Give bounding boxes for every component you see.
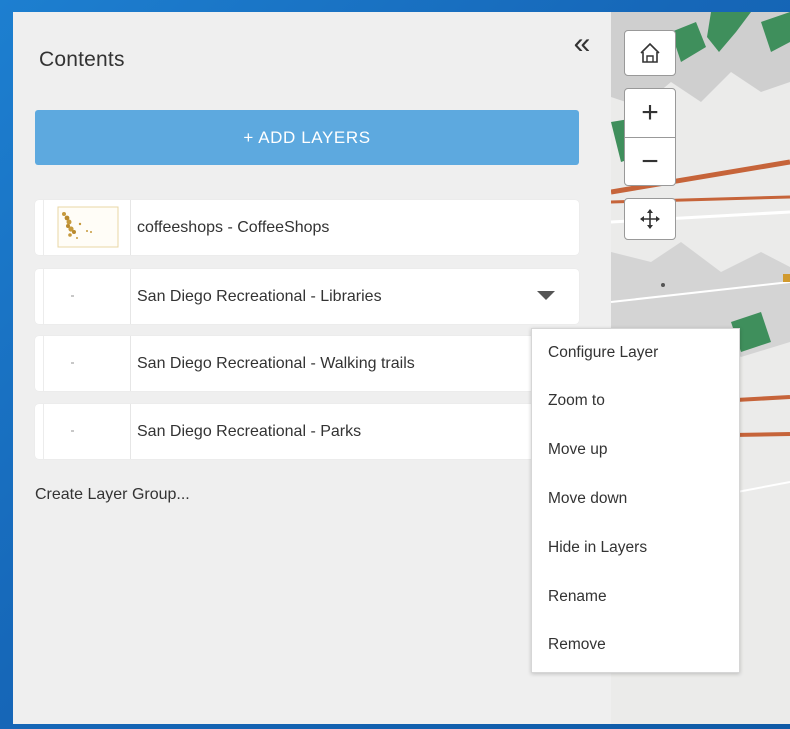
zoom-out-button[interactable]: − <box>625 137 675 185</box>
menu-item-configure-layer[interactable]: Configure Layer <box>532 331 739 375</box>
layer-thumbnail <box>43 336 131 391</box>
menu-item-move-up[interactable]: Move up <box>532 428 739 472</box>
pan-button[interactable] <box>624 198 676 240</box>
layer-thumbnail <box>43 404 131 459</box>
app-window: Contents « + ADD LAYERS coffeeshops - Co… <box>13 12 790 724</box>
layer-thumbnail <box>43 269 131 324</box>
create-layer-group-link[interactable]: Create Layer Group... <box>35 486 190 504</box>
layer-row-coffeeshops[interactable]: coffeeshops - CoffeeShops <box>35 200 579 255</box>
layer-label: San Diego Recreational - Libraries <box>137 288 382 305</box>
collapse-panel-icon[interactable]: « <box>567 29 597 60</box>
layer-thumbnail <box>43 200 131 255</box>
layer-label: San Diego Recreational - Walking trails <box>137 355 415 372</box>
zoom-controls: + − <box>624 88 676 186</box>
home-button[interactable] <box>624 30 676 76</box>
add-layers-button[interactable]: + ADD LAYERS <box>35 110 579 165</box>
layer-options-caret-icon[interactable] <box>537 291 555 300</box>
contents-panel: Contents « + ADD LAYERS coffeeshops - Co… <box>13 12 611 724</box>
layer-label: San Diego Recreational - Parks <box>137 423 362 440</box>
zoom-in-button[interactable]: + <box>625 89 675 137</box>
home-icon <box>640 42 660 63</box>
menu-item-zoom-to[interactable]: Zoom to <box>532 379 739 423</box>
menu-item-rename[interactable]: Rename <box>532 575 739 619</box>
layer-row-libraries[interactable]: San Diego Recreational - Libraries <box>35 269 579 324</box>
layer-row-walking-trails[interactable]: San Diego Recreational - Walking trails <box>35 336 579 391</box>
pan-icon <box>640 209 660 229</box>
panel-title: Contents <box>39 48 125 71</box>
menu-item-remove[interactable]: Remove <box>532 623 739 667</box>
menu-item-move-down[interactable]: Move down <box>532 477 739 521</box>
menu-item-hide-in-layers[interactable]: Hide in Layers <box>532 526 739 570</box>
layer-options-menu: Configure Layer Zoom to Move up Move dow… <box>531 328 740 673</box>
layer-label: coffeeshops - CoffeeShops <box>137 219 330 236</box>
layer-row-parks[interactable]: San Diego Recreational - Parks <box>35 404 579 459</box>
coffeeshops-thumbnail-icon <box>57 206 119 248</box>
